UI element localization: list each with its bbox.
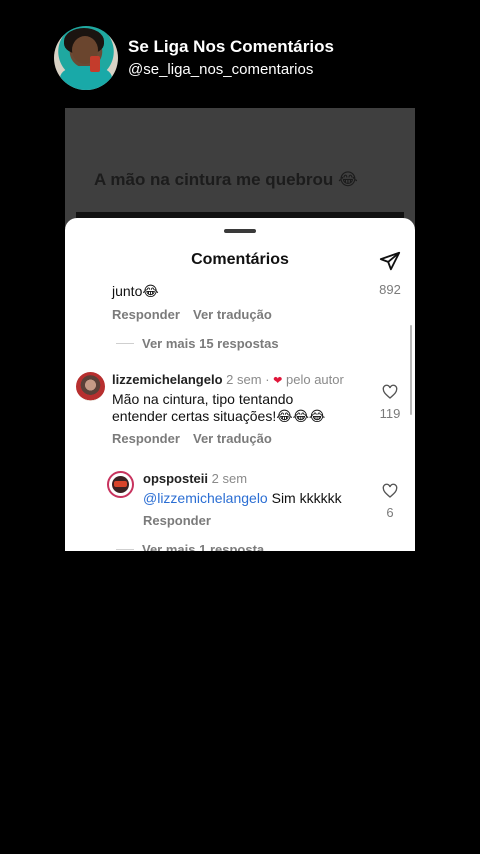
translate-button[interactable]: Ver tradução xyxy=(193,307,272,322)
comment-meta: lizzemichelangelo 2 sem · ❤ pelo autor xyxy=(112,372,344,387)
comment-body: Sim kkkkkk xyxy=(271,490,342,506)
comments-sheet: Comentários junto😂 892 Responder Ver tra… xyxy=(65,218,415,551)
account-info: Se Liga Nos Comentários @se_liga_nos_com… xyxy=(128,36,334,80)
reply-button[interactable]: Responder xyxy=(143,513,211,528)
comment-meta: opsposteii 2 sem xyxy=(143,471,247,486)
reply-button[interactable]: Responder xyxy=(112,307,180,322)
send-icon[interactable] xyxy=(379,250,401,272)
comments-scrollbar[interactable] xyxy=(410,325,412,415)
comment-text: @lizzemichelangelo Sim kkkkkk xyxy=(143,489,342,507)
account-handle: @se_liga_nos_comentarios xyxy=(128,61,314,78)
liked-by-author-label: pelo autor xyxy=(286,372,344,387)
replies-divider xyxy=(116,343,134,344)
reply-button[interactable]: Responder xyxy=(112,431,180,446)
commenter-avatar[interactable] xyxy=(107,471,134,498)
comment-like-count: 119 xyxy=(379,406,401,421)
comment-text-line: entender certas situações!😂😂😂 xyxy=(112,408,326,424)
comment-text: junto😂 xyxy=(112,283,159,299)
comment-age: 2 sem xyxy=(211,471,248,486)
like-heart-icon[interactable] xyxy=(382,483,398,499)
video-caption: A mão na cintura me quebrou 😂 xyxy=(94,170,358,189)
comment-username[interactable]: opsposteii xyxy=(143,471,208,486)
replies-divider xyxy=(116,549,134,550)
comment-text-line: Mão na cintura, tipo tentando xyxy=(112,391,294,407)
comment-like-count: 892 xyxy=(379,282,401,297)
video-preview[interactable]: A mão na cintura me quebrou 😂 xyxy=(65,108,415,228)
view-more-replies-button[interactable]: Ver mais 15 respostas xyxy=(142,336,279,351)
comment-like-count: 6 xyxy=(386,505,394,520)
view-more-replies-button[interactable]: Ver mais 1 resposta xyxy=(142,542,264,551)
meta-separator: · xyxy=(265,372,270,387)
comment-username[interactable]: lizzemichelangelo xyxy=(112,372,223,387)
account-avatar[interactable] xyxy=(54,26,118,90)
sheet-title: Comentários xyxy=(191,251,289,268)
mention-link[interactable]: @lizzemichelangelo xyxy=(143,490,268,506)
like-heart-icon[interactable] xyxy=(382,384,398,400)
sheet-drag-handle[interactable] xyxy=(224,229,256,233)
commenter-avatar[interactable] xyxy=(76,372,105,401)
account-header: Se Liga Nos Comentários @se_liga_nos_com… xyxy=(54,26,334,90)
author-heart-icon: ❤ xyxy=(273,375,283,387)
comment-age: 2 sem xyxy=(226,372,262,387)
account-title: Se Liga Nos Comentários xyxy=(128,37,334,56)
translate-button[interactable]: Ver tradução xyxy=(193,431,272,446)
